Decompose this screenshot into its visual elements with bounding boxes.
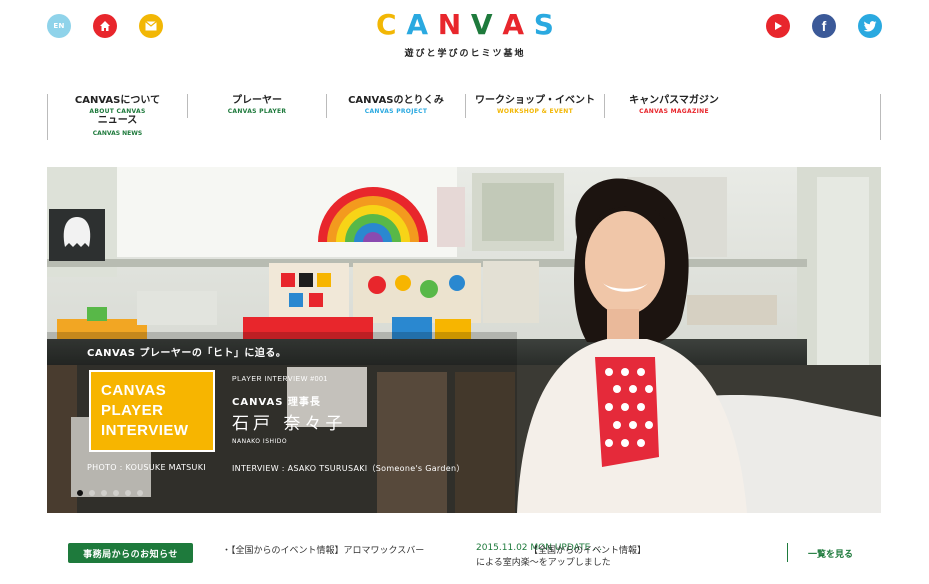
twitter-icon[interactable]: [858, 14, 882, 38]
hero-tagline: CANVAS プレーヤーの「ヒト」に迫る。: [87, 348, 287, 359]
logo-letter: C: [376, 8, 397, 41]
news-item[interactable]: ・【全国からのイベント情報】アロマワックスバー: [222, 543, 424, 556]
facebook-glyph: f: [821, 18, 827, 34]
logo-letter: N: [437, 8, 462, 41]
interview-number: PLAYER INTERVIEW #001: [232, 376, 328, 383]
nav-label: キャンパスマガジン: [629, 95, 719, 106]
facebook-icon[interactable]: f: [812, 14, 836, 38]
slider-dot[interactable]: [125, 490, 131, 496]
main-navigation: CANVASについて ABOUT CANVAS プレーヤー CANVAS PLA…: [47, 94, 881, 140]
nav-item-news[interactable]: ニュース CANVAS NEWS: [48, 115, 187, 138]
nav-label: ワークショップ・イベント: [475, 95, 595, 106]
slider-dot[interactable]: [89, 490, 95, 496]
nav-sublabel: WORKSHOP & EVENT: [497, 108, 573, 115]
interview-credit: INTERVIEW : ASAKO TSURUSAKI（Someone's Ga…: [232, 464, 465, 473]
home-icon[interactable]: [93, 14, 117, 38]
news-divider: [787, 543, 788, 562]
language-en-icon[interactable]: EN: [47, 14, 71, 38]
nav-label: プレーヤー: [232, 95, 282, 106]
photo-credit: PHOTO : KOUSUKE MATSUKI: [87, 463, 206, 472]
nav-label: CANVASについて: [74, 95, 161, 106]
hero-photo: [47, 167, 881, 513]
logo-letter: V: [470, 8, 493, 41]
hero-slider[interactable]: CANVAS プレーヤーの「ヒト」に迫る。 CANVAS PLAYER INTE…: [47, 167, 881, 513]
logo-letter: S: [533, 8, 554, 41]
interviewee-romaji: NANAKO ISHIDO: [232, 438, 288, 445]
nav-sublabel: CANVAS PROJECT: [364, 108, 428, 115]
slider-dot[interactable]: [101, 490, 107, 496]
nav-sublabel: CANVAS PLAYER: [227, 108, 287, 115]
slider-dot[interactable]: [137, 490, 143, 496]
nav-sublabel: CANVAS MAGAZINE: [639, 108, 709, 115]
nav-item-project[interactable]: CANVASのとりくみ CANVAS PROJECT: [326, 94, 465, 118]
nav-label: CANVASのとりくみ: [348, 95, 444, 106]
logo-letter: A: [502, 8, 525, 41]
slider-dot[interactable]: [77, 490, 83, 496]
office-news-tag[interactable]: 事務局からのお知らせ: [68, 543, 193, 563]
player-interview-badge[interactable]: CANVAS PLAYER INTERVIEW: [89, 370, 215, 452]
interviewee-role: CANVAS 理事長: [232, 397, 321, 408]
interviewee-name[interactable]: 石戸 奈々子: [232, 409, 346, 434]
nav-item-player[interactable]: プレーヤー CANVAS PLAYER: [187, 94, 326, 118]
nav-label: ニュース: [97, 115, 138, 126]
youtube-icon[interactable]: [766, 14, 790, 38]
language-label: EN: [53, 22, 65, 30]
mail-icon[interactable]: [139, 14, 163, 38]
logo-letter: A: [406, 8, 428, 41]
site-tagline: 遊びと学びのヒミツ基地: [404, 49, 526, 59]
slider-pagination: [77, 490, 143, 496]
canvas-logo[interactable]: CANVAS: [376, 10, 554, 40]
nav-item-magazine[interactable]: キャンパスマガジン CANVAS MAGAZINE: [604, 94, 743, 118]
news-item-continued[interactable]: による室内楽〜をアップしました: [476, 555, 611, 568]
view-all-link[interactable]: 一覧を見る: [808, 547, 853, 560]
badge-line: PLAYER: [101, 402, 164, 419]
badge-line: INTERVIEW: [101, 422, 189, 439]
badge-line: CANVAS: [101, 382, 167, 399]
slider-dot[interactable]: [113, 490, 119, 496]
nav-item-workshop[interactable]: ワークショップ・イベント WORKSHOP & EVENT: [465, 94, 604, 118]
nav-sublabel: CANVAS NEWS: [92, 130, 143, 137]
